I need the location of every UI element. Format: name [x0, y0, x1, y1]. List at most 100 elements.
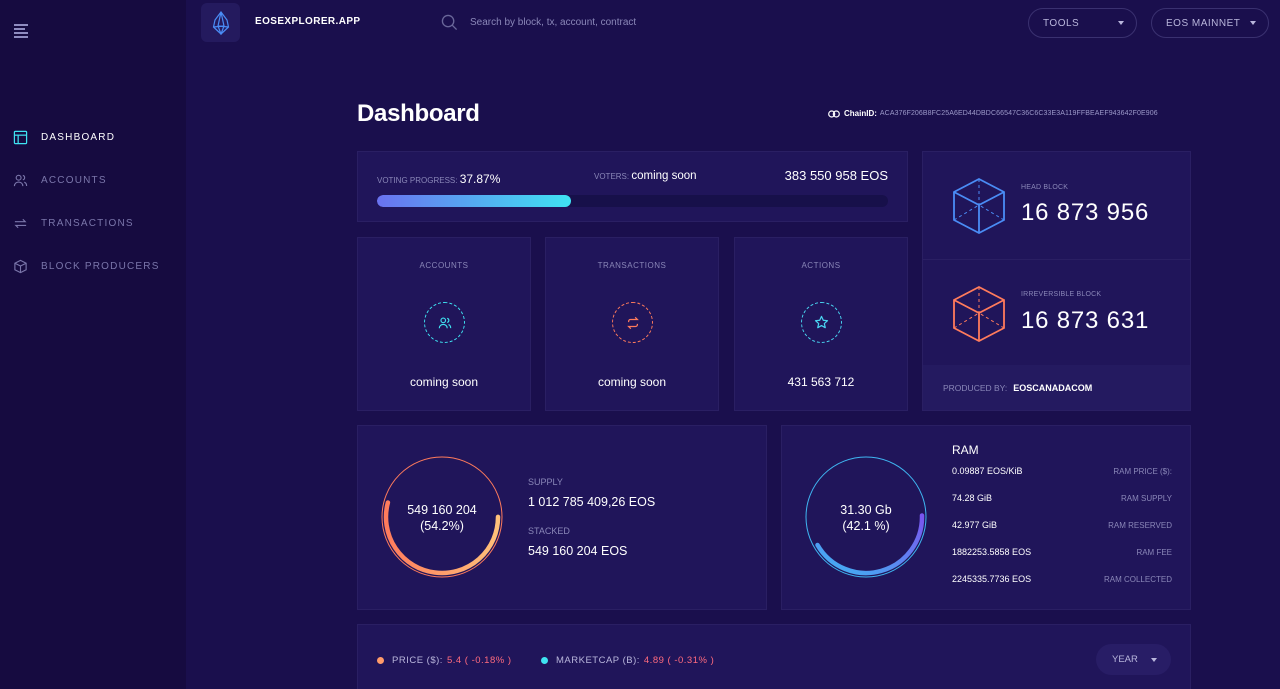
- price-value: 5.4 ( -0.18% ): [446, 655, 512, 666]
- link-icon: [828, 109, 840, 118]
- ram-supply-row: 74.28 GiB RAM SUPPLY: [952, 493, 1172, 503]
- ram-card: 31.30 Gb (42.1 %) RAM 0.09887 EOS/KiB RA…: [781, 425, 1191, 610]
- market-card: PRICE ($): 5.4 ( -0.18% ) MARKETCAP (B):…: [357, 624, 1191, 689]
- marketcap-legend[interactable]: MARKETCAP (B): 4.89 ( -0.31% ): [541, 655, 714, 666]
- sidebar-item-dashboard[interactable]: DASHBOARD: [0, 116, 186, 159]
- supply-ring-percent: (54.2%): [420, 519, 464, 533]
- topbar: EOSEXPLORER.APP TOOLS EOS MAINNET: [186, 0, 1280, 46]
- voters-value: coming soon: [631, 170, 697, 182]
- supply-value: 1 012 785 409,26 EOS: [528, 495, 656, 509]
- head-block: HEAD BLOCK 16 873 956: [923, 152, 1190, 259]
- ram-price-row: 0.09887 EOS/KiB RAM PRICE ($):: [952, 466, 1172, 476]
- users-icon: [13, 174, 28, 187]
- chevron-down-icon: [1151, 657, 1157, 662]
- irreversible-block: IRREVERSIBLE BLOCK 16 873 631: [923, 259, 1190, 366]
- sidebar-item-label: TRANSACTIONS: [41, 218, 134, 229]
- ram-supply-value: 74.28 GiB: [952, 493, 993, 503]
- chain-id: ChainID: ACA376F206B8FC25A6ED44DBDC66547…: [828, 109, 1158, 118]
- tools-dropdown[interactable]: TOOLS: [1028, 8, 1137, 38]
- voters-label: VOTERS:: [594, 172, 630, 181]
- head-block-label: HEAD BLOCK: [1021, 184, 1069, 191]
- sidebar-item-accounts[interactable]: ACCOUNTS: [0, 159, 186, 202]
- voting-progress-label: VOTING PROGRESS:: [377, 176, 458, 185]
- users-icon: [438, 317, 451, 328]
- network-dropdown-label: EOS MAINNET: [1166, 17, 1241, 29]
- voting-progress-value: 37.87%: [459, 172, 501, 186]
- marketcap-label: MARKETCAP (B):: [556, 655, 640, 666]
- voting-progress: VOTING PROGRESS: 37.87%: [377, 172, 500, 186]
- staked-label: STACKED: [528, 526, 570, 536]
- ram-fee-row: 1882253.5858 EOS RAM FEE: [952, 547, 1172, 557]
- producer-value[interactable]: EOSCANADACOM: [1013, 383, 1092, 393]
- ram-ring-percent: (42.1 %): [842, 519, 890, 533]
- box-icon: [14, 259, 27, 274]
- sidebar-nav: DASHBOARD ACCOUNTS TRANSACTIONS BLOCK PR…: [0, 116, 186, 288]
- ram-reserved-value: 42.977 GiB: [952, 520, 998, 530]
- supply-ring-value: 549 160 204: [407, 503, 477, 517]
- total-voted-eos: 383 550 958 EOS: [784, 168, 888, 183]
- transactions-label: TRANSACTIONS: [597, 261, 667, 270]
- eos-logo[interactable]: [201, 3, 240, 42]
- supply-card: 549 160 204 (54.2%) SUPPLY 1 012 785 409…: [357, 425, 767, 610]
- price-dot: [377, 657, 384, 664]
- ram-collected-value: 2245335.7736 EOS: [952, 574, 1032, 584]
- price-legend[interactable]: PRICE ($): 5.4 ( -0.18% ): [377, 655, 512, 666]
- transactions-icon-circle: [612, 302, 653, 343]
- marketcap-value: 4.89 ( -0.31% ): [643, 655, 715, 666]
- transactions-card: TRANSACTIONS coming soon: [545, 237, 719, 411]
- chain-id-value: ACA376F206B8FC25A6ED44DBDC66547C36C6C33E…: [879, 110, 1158, 117]
- irreversible-block-value: 16 873 631: [1021, 307, 1150, 334]
- hamburger-menu-icon[interactable]: [14, 24, 28, 38]
- ram-ring-text: 31.30 Gb (42.1 %): [804, 502, 928, 534]
- accounts-value: coming soon: [409, 375, 479, 389]
- ram-supply-label: RAM SUPPLY: [1121, 493, 1172, 503]
- voters: VOTERS: coming soon: [594, 170, 697, 182]
- chain-id-label: ChainID:: [844, 109, 877, 118]
- period-dropdown-label: YEAR: [1112, 654, 1138, 665]
- actions-value: 431 563 712: [787, 375, 855, 389]
- staked-value: 549 160 204 EOS: [528, 544, 628, 558]
- tools-dropdown-label: TOOLS: [1043, 17, 1080, 29]
- ram-title: RAM: [952, 443, 979, 457]
- ram-reserved-label: RAM RESERVED: [1108, 520, 1172, 530]
- network-dropdown[interactable]: EOS MAINNET: [1151, 8, 1269, 38]
- page-title: Dashboard: [357, 100, 480, 127]
- actions-icon-circle: [801, 302, 842, 343]
- sidebar: DASHBOARD ACCOUNTS TRANSACTIONS BLOCK PR…: [0, 0, 186, 689]
- cube-icon: [953, 285, 1005, 343]
- accounts-label: ACCOUNTS: [419, 261, 469, 270]
- actions-card: ACTIONS 431 563 712: [734, 237, 908, 411]
- price-label: PRICE ($):: [392, 655, 443, 666]
- star-icon: [814, 315, 829, 329]
- blocks-card: HEAD BLOCK 16 873 956 IRREVERSIBLE BLOCK…: [922, 151, 1191, 411]
- eos-logo-icon: [212, 10, 229, 35]
- dashboard-icon: [13, 130, 28, 145]
- sidebar-item-label: DASHBOARD: [41, 132, 116, 143]
- voting-progress-fill: [377, 195, 571, 207]
- period-dropdown[interactable]: YEAR: [1096, 644, 1171, 675]
- search-icon: [441, 14, 458, 31]
- ram-fee-label: RAM FEE: [1136, 547, 1172, 557]
- sidebar-item-label: BLOCK PRODUCERS: [41, 261, 160, 272]
- ram-reserved-row: 42.977 GiB RAM RESERVED: [952, 520, 1172, 530]
- search-input[interactable]: [470, 12, 790, 32]
- ram-price-value: 0.09887 EOS/KiB: [952, 466, 1023, 476]
- supply-label: SUPPLY: [528, 477, 563, 487]
- sidebar-item-transactions[interactable]: TRANSACTIONS: [0, 202, 186, 245]
- ram-collected-label: RAM COLLECTED: [1103, 574, 1172, 584]
- transactions-value: coming soon: [597, 375, 667, 389]
- brand-name: EOSEXPLORER.APP: [255, 16, 361, 27]
- actions-label: ACTIONS: [801, 261, 841, 270]
- voting-progress-card: VOTING PROGRESS: 37.87% VOTERS: coming s…: [357, 151, 908, 222]
- block-producer: PRODUCED BY: EOSCANADACOM: [923, 365, 1190, 410]
- transfer-icon: [626, 316, 639, 329]
- marketcap-dot: [541, 657, 548, 664]
- producer-label: PRODUCED BY:: [943, 382, 1008, 393]
- supply-ring-text: 549 160 204 (54.2%): [380, 502, 504, 534]
- cube-icon: [953, 177, 1005, 235]
- voting-progress-bar: [377, 195, 888, 207]
- transfer-icon: [14, 218, 27, 229]
- irreversible-block-label: IRREVERSIBLE BLOCK: [1021, 291, 1102, 298]
- sidebar-item-block-producers[interactable]: BLOCK PRODUCERS: [0, 245, 186, 288]
- sidebar-item-label: ACCOUNTS: [41, 175, 107, 186]
